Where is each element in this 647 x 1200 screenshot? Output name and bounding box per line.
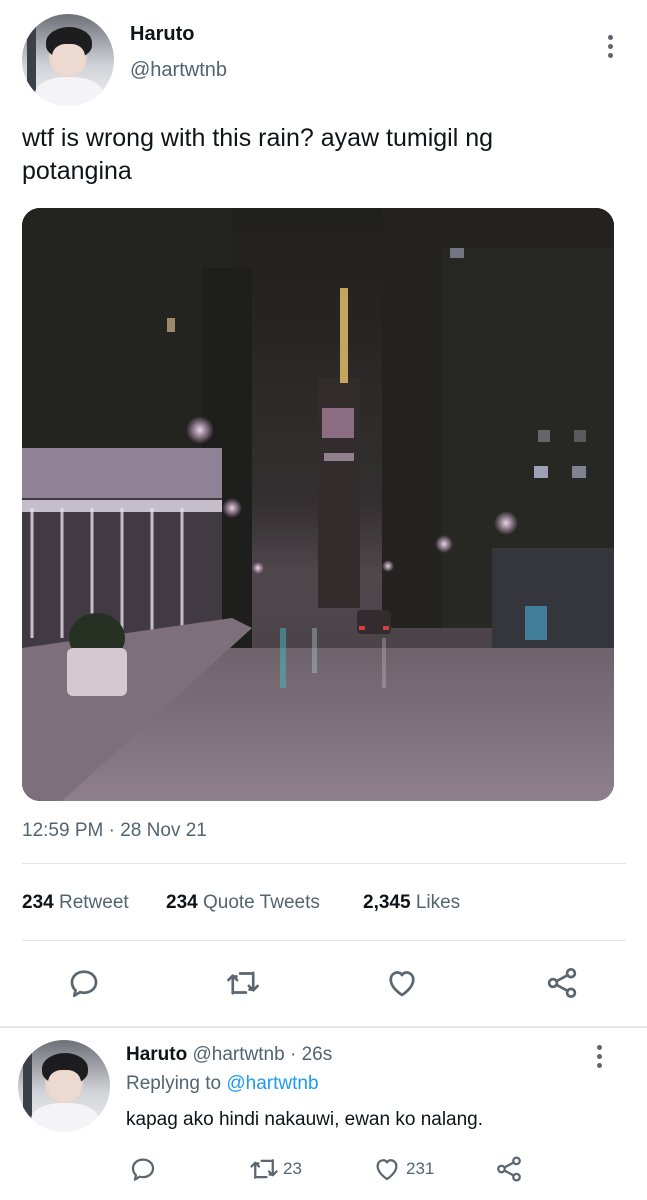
retweets-label: Retweet [58, 892, 129, 913]
reply-author-handle[interactable]: @hartwtnb [193, 1044, 285, 1065]
rainy-street-image [22, 208, 614, 801]
replying-to-prefix: Replying to [126, 1073, 222, 1094]
replying-to-line: Replying to @hartwtnb [126, 1073, 319, 1095]
tweet-photo[interactable] [22, 208, 614, 801]
likes-stat[interactable]: 2,345 Likes [363, 892, 460, 914]
reply-header: Haruto @hartwtnb · 26s [126, 1044, 332, 1066]
quote-tweets-stat[interactable]: 234 Quote Tweets [166, 892, 320, 914]
reply-author-avatar[interactable] [18, 1040, 110, 1132]
share-icon[interactable] [544, 965, 580, 1001]
divider [22, 863, 626, 864]
author-handle[interactable]: @hartwtnb [130, 59, 227, 82]
tweet-timestamp[interactable]: 12:59 PM · 28 Nov 21 [22, 820, 207, 842]
heart-icon[interactable] [384, 965, 420, 1001]
author-avatar[interactable] [22, 14, 114, 106]
reply-retweet-button[interactable]: 23 [247, 1154, 302, 1184]
likes-label: Likes [415, 892, 461, 913]
divider [0, 1026, 647, 1028]
retweet-icon[interactable] [224, 965, 262, 1001]
reply-author-name[interactable]: Haruto [126, 1044, 187, 1065]
reply-heart-icon [372, 1154, 402, 1184]
reply-text: kapag ako hindi nakauwi, ewan ko nalang. [126, 1109, 484, 1130]
reply-retweet-icon [247, 1154, 281, 1184]
quotes-count: 234 [166, 892, 198, 913]
retweets-stat[interactable]: 234 Retweet [22, 892, 129, 914]
more-options-icon[interactable] [604, 35, 616, 58]
likes-count: 2,345 [363, 892, 411, 913]
tweet-text: wtf is wrong with this rain? ayaw tumigi… [22, 124, 494, 185]
retweets-count: 234 [22, 892, 54, 913]
reply-retweet-count: 23 [283, 1159, 302, 1178]
author-name[interactable]: Haruto [130, 23, 194, 46]
reply-like-button[interactable]: 231 [372, 1154, 434, 1184]
quotes-label: Quote Tweets [202, 892, 320, 913]
reply-time[interactable]: · 26s [290, 1044, 332, 1065]
divider [22, 940, 626, 941]
reply-icon[interactable] [66, 965, 102, 1001]
reply-like-count: 231 [406, 1159, 435, 1178]
replying-to-handle[interactable]: @hartwtnb [226, 1073, 318, 1094]
reply-more-options-icon[interactable] [593, 1045, 605, 1068]
reply-share-icon[interactable] [494, 1154, 524, 1184]
reply-reply-icon[interactable] [128, 1154, 158, 1184]
